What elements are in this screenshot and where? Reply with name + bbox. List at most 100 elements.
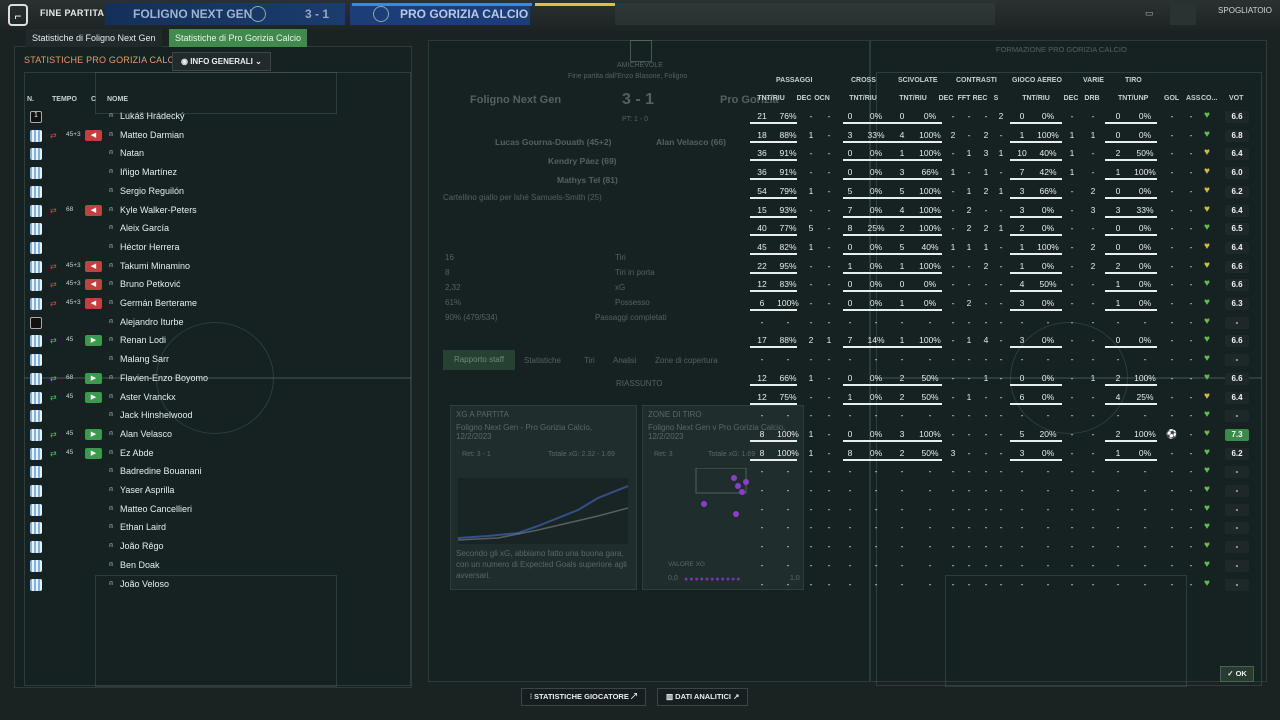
player-info-icon[interactable]: ⍝ [109, 523, 113, 531]
player-info-icon[interactable]: ⍝ [109, 542, 113, 550]
player-name[interactable]: Yaser Asprilla [120, 485, 174, 495]
player-row[interactable]: ⍝ Héctor Herrera [24, 239, 414, 258]
info-dropdown[interactable]: ◉ INFO GENERALI ⌄ [172, 52, 271, 71]
player-row[interactable]: ⍝ Iñigo Martínez [24, 164, 414, 183]
dressing-room-label[interactable]: SPOGLIATOIO [1218, 6, 1280, 15]
player-row[interactable]: ⍝ Ben Doak [24, 557, 414, 576]
player-name[interactable]: Héctor Herrera [120, 242, 180, 252]
tab-home-stats[interactable]: Statistiche di Foligno Next Gen [26, 29, 162, 47]
stat-col-header[interactable]: TNT/RIU [849, 95, 877, 102]
stat-col-header[interactable]: TNT/RIU [757, 95, 785, 102]
player-info-icon[interactable]: ⍝ [109, 206, 113, 214]
player-info-icon[interactable]: ⍝ [109, 168, 113, 176]
stat-col-header[interactable]: S [982, 95, 1010, 102]
player-row[interactable]: ⇄ 45 ▶ ⍝ Renan Lodi [24, 332, 414, 351]
player-name[interactable]: Renan Lodi [120, 335, 166, 345]
player-name[interactable]: Germán Berterame [120, 298, 197, 308]
player-info-icon[interactable]: ⍝ [109, 336, 113, 344]
player-info-icon[interactable]: ⍝ [109, 467, 113, 475]
player-row[interactable]: ⍝ Jack Hinshelwood [24, 407, 414, 426]
player-info-icon[interactable]: ⍝ [109, 449, 113, 457]
stat-col-header[interactable]: TNT/UNP [1118, 95, 1148, 102]
player-name[interactable]: Aster Vranckx [120, 392, 176, 402]
player-name[interactable]: Sergio Reguilón [120, 186, 184, 196]
player-name[interactable]: Lukáš Hrádecký [120, 111, 185, 121]
player-row[interactable]: ⇄ 45+3 ◀ ⍝ Germán Berterame [24, 295, 414, 314]
shots-tab[interactable]: Tiri [584, 356, 595, 365]
player-info-icon[interactable]: ⍝ [109, 355, 113, 363]
stat-col-header[interactable]: TNT/RIU [1022, 95, 1050, 102]
player-name[interactable]: Ez Abde [120, 448, 154, 458]
player-info-icon[interactable]: ⍝ [109, 580, 113, 588]
player-name[interactable]: Flavien-Enzo Boyomo [120, 373, 208, 383]
menu-button[interactable] [1170, 3, 1196, 25]
player-row[interactable]: ⍝ Matteo Cancellieri [24, 501, 414, 520]
player-name[interactable]: Matteo Cancellieri [120, 504, 192, 514]
analysis-tab[interactable]: Analisi [613, 356, 637, 365]
player-row[interactable]: ⇄ 45 ▶ ⍝ Aster Vranckx [24, 389, 414, 408]
player-name[interactable]: Kyle Walker-Peters [120, 205, 197, 215]
player-info-icon[interactable]: ⍝ [109, 224, 113, 232]
player-stats-button[interactable]: ⫶ STATISTICHE GIOCATORE ↗ [521, 688, 646, 706]
home-team-banner[interactable]: FOLIGNO NEXT GEN 3 - 1 [105, 3, 345, 25]
player-info-icon[interactable]: ⍝ [109, 262, 113, 270]
player-info-icon[interactable]: ⍝ [109, 280, 113, 288]
player-row[interactable]: ⇄ 45 ▶ ⍝ Alan Velasco [24, 426, 414, 445]
player-name[interactable]: Natan [120, 148, 144, 158]
player-info-icon[interactable]: ⍝ [109, 486, 113, 494]
stat-col-header[interactable]: TNT/RIU [899, 95, 927, 102]
staff-report-tab[interactable]: Rapporto staff [443, 350, 515, 370]
player-row[interactable]: ⇄ 45+3 ◀ ⍝ Bruno Petković [24, 276, 414, 295]
player-name[interactable]: Aleix García [120, 223, 169, 233]
game-logo-icon[interactable]: ⌐ [8, 4, 28, 26]
player-info-icon[interactable]: ⍝ [109, 187, 113, 195]
player-row[interactable]: ⍝ Alejandro Iturbe [24, 314, 414, 333]
tab-away-stats[interactable]: Statistiche di Pro Gorizia Calcio [169, 29, 308, 47]
analytics-button[interactable]: ▥ DATI ANALITICI ↗ [657, 688, 749, 706]
player-row[interactable]: ⇄ 45+3 ◀ ⍝ Takumi Minamino [24, 258, 414, 277]
ok-button[interactable]: ✓ OK [1220, 666, 1254, 682]
player-row[interactable]: ⇄ 45+3 ◀ ⍝ Matteo Darmian [24, 127, 414, 146]
player-row[interactable]: ⍝ João Rêgo [24, 538, 414, 557]
player-info-icon[interactable]: ⍝ [109, 318, 113, 326]
player-info-icon[interactable]: ⍝ [109, 393, 113, 401]
stats-tab[interactable]: Statistiche [524, 356, 561, 365]
player-row[interactable]: ⇄ 45 ▶ ⍝ Ez Abde [24, 445, 414, 464]
stat-col-header[interactable]: OCN [808, 95, 836, 102]
player-name[interactable]: Matteo Darmian [120, 130, 184, 140]
player-name[interactable]: Jack Hinshelwood [120, 410, 193, 420]
stat-col-header[interactable]: DRB [1078, 95, 1106, 102]
player-row[interactable]: ⍝ Aleix García [24, 220, 414, 239]
player-name[interactable]: Ethan Laird [120, 522, 166, 532]
player-info-icon[interactable]: ⍝ [109, 561, 113, 569]
player-info-icon[interactable]: ⍝ [109, 149, 113, 157]
player-row[interactable]: ⇄ 68 ▶ ⍝ Flavien-Enzo Boyomo [24, 370, 414, 389]
player-info-icon[interactable]: ⍝ [109, 374, 113, 382]
player-info-icon[interactable]: ⍝ [109, 243, 113, 251]
player-name[interactable]: Alejandro Iturbe [120, 317, 184, 327]
player-row[interactable]: ⇄ 68 ◀ ⍝ Kyle Walker-Peters [24, 202, 414, 221]
player-row[interactable]: ⍝ Yaser Asprilla [24, 482, 414, 501]
player-name[interactable]: João Veloso [120, 579, 169, 589]
player-info-icon[interactable]: ⍝ [109, 411, 113, 419]
player-name[interactable]: Ben Doak [120, 560, 160, 570]
player-info-icon[interactable]: ⍝ [109, 131, 113, 139]
player-name[interactable]: Alan Velasco [120, 429, 172, 439]
player-name[interactable]: Bruno Petković [120, 279, 181, 289]
calendar-icon[interactable]: ▭ [1145, 8, 1154, 19]
player-info-icon[interactable]: ⍝ [109, 430, 113, 438]
player-row[interactable]: ⍝ João Veloso [24, 576, 414, 595]
player-name[interactable]: Takumi Minamino [120, 261, 190, 271]
player-name[interactable]: Malang Sarr [120, 354, 169, 364]
player-name[interactable]: João Rêgo [120, 541, 164, 551]
player-row[interactable]: 1 ⍝ Lukáš Hrádecký [24, 108, 414, 127]
player-row[interactable]: ⍝ Badredine Bouanani [24, 463, 414, 482]
player-row[interactable]: ⍝ Natan [24, 145, 414, 164]
player-info-icon[interactable]: ⍝ [109, 505, 113, 513]
coverage-tab[interactable]: Zone di copertura [655, 356, 718, 365]
player-info-icon[interactable]: ⍝ [109, 299, 113, 307]
player-name[interactable]: Iñigo Martínez [120, 167, 177, 177]
player-row[interactable]: ⍝ Malang Sarr [24, 351, 414, 370]
player-name[interactable]: Badredine Bouanani [120, 466, 202, 476]
player-row[interactable]: ⍝ Ethan Laird [24, 519, 414, 538]
